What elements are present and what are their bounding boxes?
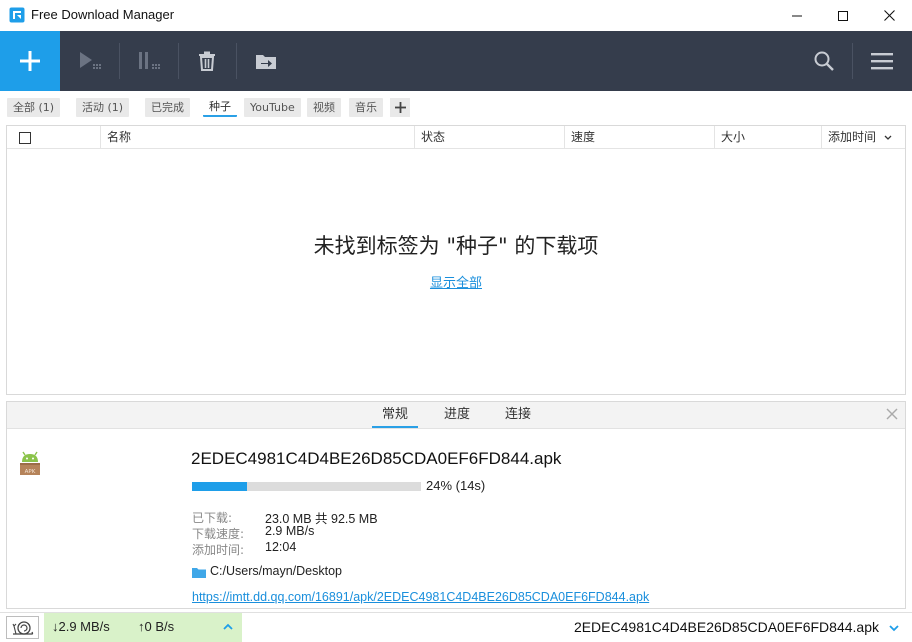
search-button[interactable] <box>795 31 853 91</box>
tab-general[interactable]: 常规 <box>372 402 418 428</box>
maximize-button[interactable] <box>820 0 866 31</box>
move-to-folder-button[interactable] <box>237 31 295 91</box>
download-speed-label: 下载速度: <box>192 527 245 541</box>
progress-bar-fill <box>192 482 247 491</box>
download-speed: ↓2.9 MB/s <box>52 619 110 634</box>
destination-folder-link[interactable]: C:/Users/mayn/Desktop <box>210 564 342 578</box>
tag-torrents[interactable]: 种子 <box>203 98 237 117</box>
add-download-button[interactable] <box>0 31 60 91</box>
added-time-label: 添加时间: <box>192 543 245 557</box>
downloads-table: 名称 状态 速度 大小 添加时间 未找到标签为 "种子" 的下载项 显示全部 <box>6 125 906 395</box>
minimize-icon <box>792 15 802 16</box>
speed-limit-button[interactable] <box>6 616 39 639</box>
plus-icon <box>20 51 40 71</box>
chevron-down-icon[interactable] <box>888 622 900 634</box>
close-button[interactable] <box>866 0 912 31</box>
trash-icon <box>199 51 215 71</box>
app-logo-icon <box>9 7 25 23</box>
close-details-icon[interactable] <box>885 407 899 421</box>
file-name: 2EDEC4981C4D4BE26D85CDA0EF6FD844.apk <box>191 449 562 468</box>
maximize-icon <box>838 10 848 21</box>
select-all-column <box>7 126 100 149</box>
show-all-link[interactable]: 显示全部 <box>7 272 905 291</box>
select-all-checkbox[interactable] <box>19 132 31 144</box>
tag-all[interactable]: 全部 (1) <box>7 98 61 117</box>
download-speed-value: 2.9 MB/s <box>265 524 315 538</box>
window-title: Free Download Manager <box>31 7 175 22</box>
pause-all-button[interactable] <box>120 31 178 91</box>
column-added[interactable]: 添加时间 <box>821 126 905 149</box>
tab-progress[interactable]: 进度 <box>434 402 480 428</box>
column-speed[interactable]: 速度 <box>564 126 714 149</box>
title-bar: Free Download Manager <box>0 0 912 31</box>
add-tag-button[interactable] <box>390 98 410 117</box>
pause-icon <box>139 52 160 69</box>
current-file-name: 2EDEC4981C4D4BE26D85CDA0EF6FD844.apk <box>573 619 879 635</box>
tab-connections[interactable]: 连接 <box>495 402 541 428</box>
plus-icon <box>394 102 406 113</box>
app-window: Free Download Manager 全部 (1) 活动 (1) 已完成 … <box>0 0 912 642</box>
chevron-up-icon <box>223 623 233 630</box>
apk-icon-label: APK <box>25 469 36 475</box>
apk-file-icon: APK <box>20 451 40 475</box>
hamburger-menu-icon <box>871 53 893 70</box>
start-all-button[interactable] <box>61 31 119 91</box>
delete-button[interactable] <box>178 31 236 91</box>
search-icon <box>814 51 834 71</box>
tag-completed[interactable]: 已完成 <box>145 98 190 117</box>
main-toolbar <box>0 31 912 91</box>
details-tabs: 常规 进度 连接 <box>7 402 905 429</box>
column-added-label: 添加时间 <box>828 130 877 144</box>
details-panel: 常规 进度 连接 APK 2EDEC4981C4D4BE26D85CDA0EF6… <box>6 401 906 609</box>
close-icon <box>883 10 895 21</box>
tags-bar: 全部 (1) 活动 (1) 已完成 种子 YouTube 视频 音乐 <box>0 91 912 124</box>
upload-speed: ↑0 B/s <box>138 619 175 634</box>
snail-icon <box>12 620 33 635</box>
column-name[interactable]: 名称 <box>100 126 414 149</box>
play-icon <box>80 52 101 69</box>
traffic-speed-panel[interactable]: ↓2.9 MB/s ↑0 B/s <box>44 613 242 642</box>
column-status[interactable]: 状态 <box>414 126 564 149</box>
status-bar: ↓2.9 MB/s ↑0 B/s 2EDEC4981C4D4BE26D85CDA… <box>0 612 912 642</box>
column-size[interactable]: 大小 <box>714 126 821 149</box>
folder-icon <box>192 568 206 578</box>
progress-text: 24% (14s) <box>426 478 486 493</box>
minimize-button[interactable] <box>774 0 820 31</box>
tag-youtube[interactable]: YouTube <box>244 98 301 117</box>
tag-video[interactable]: 视频 <box>307 98 341 117</box>
table-header: 名称 状态 速度 大小 添加时间 <box>7 126 905 149</box>
tag-active[interactable]: 活动 (1) <box>76 98 130 117</box>
move-folder-icon <box>256 55 276 69</box>
downloaded-label: 已下载: <box>192 511 233 525</box>
sort-chevron-down-icon <box>884 135 892 140</box>
progress-bar <box>192 482 421 491</box>
empty-list-message: 未找到标签为 "种子" 的下载项 <box>313 234 599 258</box>
source-url-link[interactable]: https://imtt.dd.qq.com/16891/apk/2EDEC49… <box>192 590 649 604</box>
added-time-value: 12:04 <box>265 540 297 554</box>
main-menu-button[interactable] <box>853 31 911 91</box>
tag-music[interactable]: 音乐 <box>349 98 383 117</box>
